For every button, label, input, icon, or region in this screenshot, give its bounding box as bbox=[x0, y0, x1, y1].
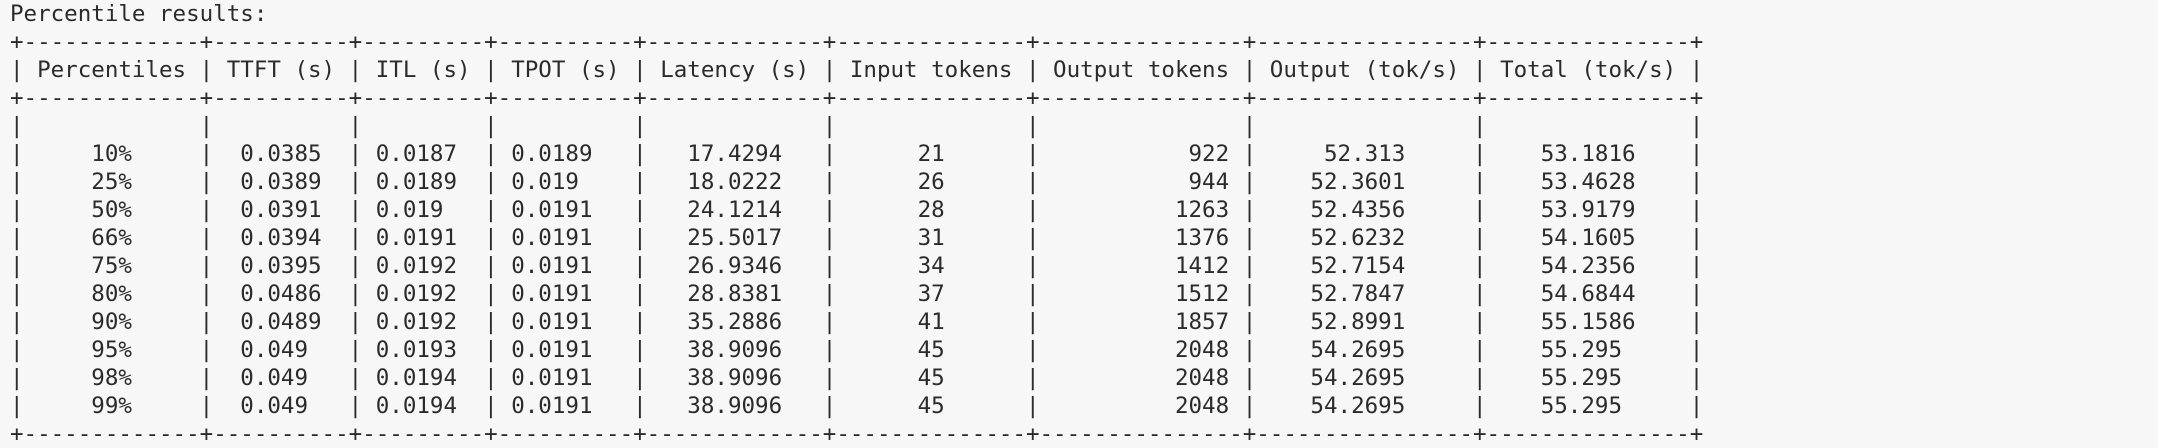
table-row: | 10% | 0.0385 | 0.0187 | 0.0189 | 17.42… bbox=[10, 141, 1704, 167]
table-row: | 99% | 0.049 | 0.0194 | 0.0191 | 38.909… bbox=[10, 393, 1704, 419]
table-row: | 25% | 0.0389 | 0.0189 | 0.019 | 18.022… bbox=[10, 169, 1704, 195]
percentile-results-output: Percentile results: +-------------+------… bbox=[10, 0, 1703, 448]
results-heading: Percentile results: bbox=[10, 1, 268, 27]
table-row: | 66% | 0.0394 | 0.0191 | 0.0191 | 25.50… bbox=[10, 225, 1704, 251]
table-row: | 80% | 0.0486 | 0.0192 | 0.0191 | 28.83… bbox=[10, 281, 1704, 307]
table-border-bottom: +-------------+----------+---------+----… bbox=[10, 421, 1704, 447]
table-border-header: +-------------+----------+---------+----… bbox=[10, 85, 1704, 111]
table-header-row: | Percentiles | TTFT (s) | ITL (s) | TPO… bbox=[10, 57, 1704, 83]
table-border-top: +-------------+----------+---------+----… bbox=[10, 29, 1704, 55]
table-row: | 95% | 0.049 | 0.0193 | 0.0191 | 38.909… bbox=[10, 337, 1704, 363]
terminal-output: Percentile results: +-------------+------… bbox=[0, 0, 2158, 447]
table-spacer-row: | | | | | | | | | | bbox=[10, 113, 1704, 139]
table-row: | 75% | 0.0395 | 0.0192 | 0.0191 | 26.93… bbox=[10, 253, 1704, 279]
table-row: | 50% | 0.0391 | 0.019 | 0.0191 | 24.121… bbox=[10, 197, 1704, 223]
table-row: | 90% | 0.0489 | 0.0192 | 0.0191 | 35.28… bbox=[10, 309, 1704, 335]
table-row: | 98% | 0.049 | 0.0194 | 0.0191 | 38.909… bbox=[10, 365, 1704, 391]
